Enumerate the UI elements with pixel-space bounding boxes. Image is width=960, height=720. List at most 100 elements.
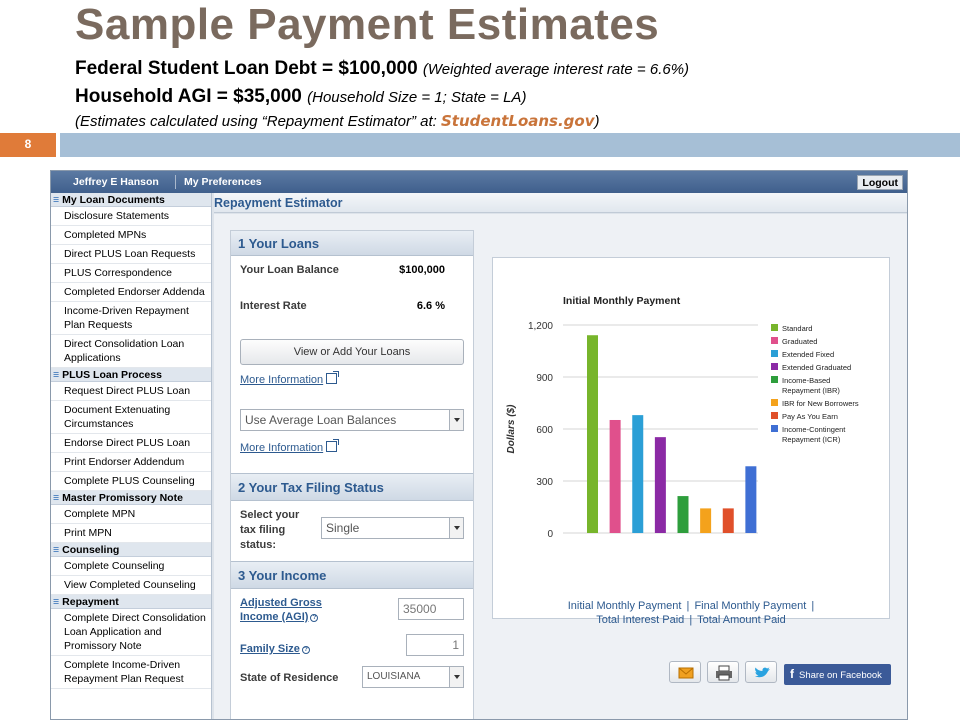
- family-size-input[interactable]: 1: [406, 634, 464, 656]
- tax-filing-select[interactable]: Single: [321, 517, 464, 539]
- sidebar-item[interactable]: Completed MPNs: [51, 226, 211, 245]
- sidebar-item[interactable]: View Completed Counseling: [51, 576, 211, 595]
- bar: [700, 508, 712, 533]
- sidebar-item[interactable]: Direct PLUS Loan Requests: [51, 245, 211, 264]
- sidebar-item[interactable]: Request Direct PLUS Loan: [51, 382, 211, 401]
- average-balances-select[interactable]: Use Average Loan Balances: [240, 409, 464, 431]
- your-loans-heading: 1 Your Loans: [231, 231, 473, 256]
- sidebar-item[interactable]: Complete Income-Driven Repayment Plan Re…: [51, 656, 211, 689]
- slide-band: [60, 133, 960, 157]
- sidebar-item[interactable]: Complete Counseling: [51, 557, 211, 576]
- source-prefix: (Estimates calculated using “Repayment E…: [75, 113, 441, 130]
- sidebar-item[interactable]: PLUS Correspondence: [51, 264, 211, 283]
- bar: [654, 437, 666, 533]
- sidebar-item[interactable]: Document Extenuating Circumstances: [51, 401, 211, 434]
- tax-filing-label: Select your tax filing status:: [240, 509, 300, 551]
- sidebar-item[interactable]: Print MPN: [51, 524, 211, 543]
- initial-payment-link[interactable]: Initial Monthly Payment: [568, 600, 682, 612]
- email-icon: [678, 667, 694, 679]
- chevron-down-icon: [449, 518, 463, 538]
- bar: [609, 419, 621, 533]
- legend-swatch: [771, 337, 778, 344]
- more-info-text-1: More Information: [240, 374, 324, 386]
- slide-title: Sample Payment Estimates: [75, 0, 660, 49]
- main-title-bar: Repayment Estimator: [214, 193, 907, 213]
- twitter-share-button[interactable]: [745, 661, 777, 683]
- bar: [745, 466, 757, 533]
- state-value: LOUISIANA: [367, 671, 421, 682]
- sidebar-section-header[interactable]: ≡ PLUS Loan Process: [51, 368, 211, 382]
- link-divider: |: [689, 614, 693, 626]
- state-label: State of Residence: [240, 672, 339, 684]
- top-bar: Jeffrey E Hanson My Preferences Logout: [51, 171, 907, 193]
- average-balances-value: Use Average Loan Balances: [245, 413, 397, 427]
- payment-chart: Initial Monthly Payment 0 300 600 900 1,200 Do…: [506, 295, 859, 540]
- inputs-panel: 1 Your Loans Your Loan Balance $100,000 …: [230, 230, 474, 719]
- more-information-link-1[interactable]: More Information: [240, 371, 340, 386]
- legend-swatch: [771, 350, 778, 357]
- sidebar-section-title: Repayment: [62, 596, 119, 608]
- sidebar-section-header[interactable]: ≡ Counseling: [51, 543, 211, 557]
- app-window: Jeffrey E Hanson My Preferences Logout ≡…: [50, 170, 908, 720]
- loan-balance-value: $100,000: [399, 264, 445, 276]
- help-icon[interactable]: ?: [301, 646, 310, 654]
- chevron-down-icon: [449, 410, 463, 430]
- sidebar-item[interactable]: Complete PLUS Counseling: [51, 472, 211, 491]
- sidebar-item[interactable]: Print Endorser Addendum: [51, 453, 211, 472]
- share-on-facebook-button[interactable]: f Share on Facebook: [784, 664, 891, 685]
- legend-label: Standard: [782, 324, 812, 333]
- sidebar-section-header[interactable]: ≡ Master Promissory Note: [51, 491, 211, 505]
- sidebar-item[interactable]: Income-Driven Repayment Plan Requests: [51, 302, 211, 335]
- chart-panel: Initial Monthly Payment 0 300 600 900 1,200 Do…: [492, 257, 890, 619]
- source-brand: StudentLoans.gov: [440, 112, 595, 130]
- sidebar-item[interactable]: Disclosure Statements: [51, 207, 211, 226]
- sidebar-section-title: Master Promissory Note: [62, 492, 183, 504]
- view-add-loans-button[interactable]: View or Add Your Loans: [240, 339, 464, 365]
- bar: [722, 508, 734, 533]
- facebook-f-icon: f: [790, 667, 794, 681]
- family-size-label-link[interactable]: Family Size?: [240, 642, 310, 656]
- y-tick-label: 900: [536, 373, 553, 384]
- sidebar-item[interactable]: Complete MPN: [51, 505, 211, 524]
- sidebar-item[interactable]: Complete Direct Consolidation Loan Appli…: [51, 609, 211, 656]
- email-share-button[interactable]: [669, 661, 701, 683]
- link-divider: |: [811, 600, 815, 612]
- total-amount-link[interactable]: Total Amount Paid: [697, 614, 786, 626]
- y-tick-label: 600: [536, 425, 553, 436]
- sidebar-section-header[interactable]: ≡ My Loan Documents: [51, 193, 211, 207]
- sidebar-section-header[interactable]: ≡ Repayment: [51, 595, 211, 609]
- external-link-icon: [326, 371, 340, 384]
- more-information-link-2[interactable]: More Information: [240, 439, 340, 454]
- sidebar-section-title: Counseling: [62, 544, 120, 556]
- external-link-icon: [326, 439, 340, 452]
- agi-note: (Household Size = 1; State = LA): [307, 89, 527, 106]
- collapse-menu-icon: ≡: [53, 544, 60, 556]
- estimator-content: 1 Your Loans Your Loan Balance $100,000 …: [214, 214, 907, 719]
- sidebar-item[interactable]: Direct Consolidation Loan Applications: [51, 335, 211, 368]
- my-preferences-link[interactable]: My Preferences: [184, 176, 262, 188]
- link-divider: |: [686, 600, 690, 612]
- collapse-menu-icon: ≡: [53, 369, 60, 381]
- user-name-link[interactable]: Jeffrey E Hanson: [73, 176, 159, 188]
- state-select[interactable]: LOUISIANA: [362, 666, 464, 688]
- sidebar-item[interactable]: Endorse Direct PLUS Loan: [51, 434, 211, 453]
- agi-main: Household AGI = $35,000: [75, 86, 302, 107]
- help-icon[interactable]: ?: [310, 614, 319, 622]
- y-tick-label: 1,200: [528, 321, 553, 332]
- legend-label: Repayment (ICR): [782, 435, 841, 444]
- debt-note: (Weighted average interest rate = 6.6%): [422, 61, 690, 78]
- print-button[interactable]: [707, 661, 739, 683]
- agi-label-link[interactable]: Adjusted Gross Income (AGI)?: [240, 596, 350, 624]
- agi-input[interactable]: 35000: [398, 598, 464, 620]
- logout-button[interactable]: Logout: [857, 175, 903, 190]
- tax-filing-heading: 2 Your Tax Filing Status: [231, 473, 473, 501]
- interest-rate-value: 6.6 %: [416, 300, 445, 312]
- source-suffix: ): [594, 113, 600, 130]
- final-payment-link[interactable]: Final Monthly Payment: [694, 600, 806, 612]
- sidebar-section-title: PLUS Loan Process: [62, 369, 162, 381]
- bar: [677, 496, 689, 533]
- debt-main: Federal Student Loan Debt = $100,000: [75, 58, 418, 79]
- sidebar-item[interactable]: Completed Endorser Addenda: [51, 283, 211, 302]
- more-info-text-2: More Information: [240, 442, 324, 454]
- total-interest-link[interactable]: Total Interest Paid: [596, 614, 684, 626]
